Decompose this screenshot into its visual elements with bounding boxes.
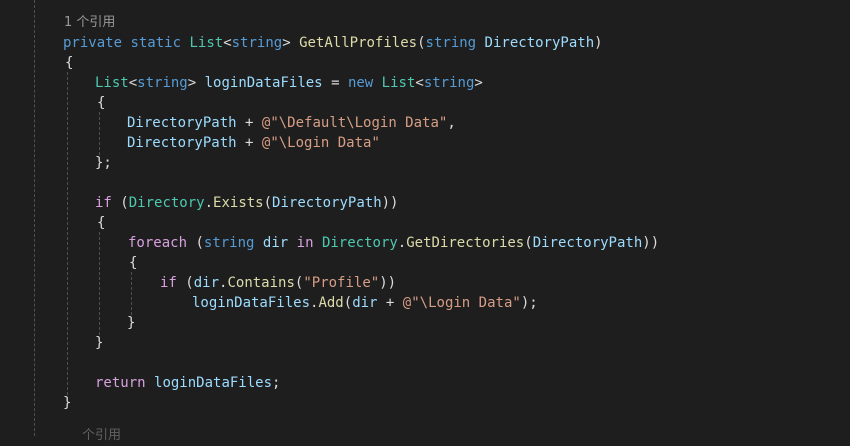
type-directory: Directory [321, 235, 398, 251]
code-line-return: return loginDataFiles; [95, 373, 280, 393]
method-call: GetDirectories [406, 235, 525, 251]
variable-name: dir [262, 235, 289, 251]
type-directory: Directory [128, 195, 205, 211]
punct: ( [417, 35, 426, 51]
keyword-string: string [231, 35, 283, 51]
punct: , [447, 115, 456, 131]
punct: = [331, 75, 340, 91]
code-line-brace: { [97, 213, 105, 233]
punct: )) [379, 275, 397, 291]
string-literal: @"\Login Data" [261, 135, 380, 151]
punct: ); [520, 295, 538, 311]
variable-name: dir [193, 275, 220, 291]
punct: ; [272, 375, 281, 391]
punct: < [128, 75, 138, 91]
type-list: List [95, 75, 129, 91]
code-line-brace: { [65, 53, 73, 73]
punct: > [187, 75, 197, 91]
string-literal: "Profile" [303, 275, 380, 291]
code-line-if: if (Directory.Exists(DirectoryPath)) [95, 193, 398, 213]
code-line-foreach: foreach (string dir in Directory.GetDire… [128, 233, 659, 253]
code-line-brace: }; [95, 153, 112, 173]
codelens-references-next[interactable]: 个引用 [82, 426, 121, 446]
code-line-brace: } [127, 313, 135, 333]
keyword-string: string [425, 35, 477, 51]
code-line-brace: } [63, 393, 71, 413]
code-line-initializer: DirectoryPath + @"\Login Data" [127, 133, 380, 153]
code-line-add: loginDataFiles.Add(dir + @"\Login Data")… [192, 293, 538, 313]
string-literal: @"\Login Data" [402, 295, 521, 311]
punct: ( [263, 195, 273, 211]
method-name: GetAllProfiles [299, 35, 418, 51]
brace: { [97, 95, 106, 111]
punct: ( [195, 235, 204, 251]
punct: + [245, 135, 254, 151]
keyword-new: new [347, 75, 374, 91]
keyword-string: string [137, 75, 188, 91]
indent-guide [67, 72, 68, 400]
punct: . [397, 235, 407, 251]
variable-name: loginDataFiles [192, 295, 311, 311]
punct: > [282, 35, 291, 51]
variable-name: loginDataFiles [204, 75, 323, 91]
keyword-if: if [160, 275, 177, 291]
keyword-foreach: foreach [128, 235, 188, 251]
indent-guide [99, 232, 100, 340]
punct: )) [642, 235, 660, 251]
code-line-declaration: List<string> loginDataFiles = new List<s… [95, 73, 483, 93]
punct: ( [120, 195, 129, 211]
code-editor[interactable]: 1 个引用 private static List<string> GetAll… [0, 0, 850, 443]
string-literal: @"\Default\Login Data" [261, 115, 448, 131]
method-call: Exists [213, 195, 264, 211]
variable-name: loginDataFiles [154, 375, 273, 391]
method-call: Add [318, 295, 344, 311]
punct: ( [343, 295, 353, 311]
punct: ( [185, 275, 194, 291]
indent-guide [34, 0, 35, 436]
method-call: Contains [227, 275, 295, 291]
brace: { [129, 255, 138, 271]
keyword-string: string [423, 75, 475, 91]
type-list: List [189, 35, 224, 51]
code-line-signature: private static List<string> GetAllProfil… [63, 33, 603, 53]
punct: > [474, 75, 483, 91]
parameter-name: DirectoryPath [127, 115, 237, 131]
brace: } [127, 315, 136, 331]
code-line-brace: } [95, 333, 103, 353]
code-line-initializer: DirectoryPath + @"\Default\Login Data", [127, 113, 456, 133]
brace: } [95, 335, 104, 351]
brace: { [65, 55, 74, 71]
punct: + [385, 295, 395, 311]
variable-name: dir [352, 295, 378, 311]
punct: )) [381, 195, 399, 211]
code-line-brace: { [129, 253, 137, 273]
punct: < [415, 75, 424, 91]
punct: < [223, 35, 232, 51]
keyword-if: if [95, 195, 112, 211]
code-line-if: if (dir.Contains("Profile")) [160, 273, 396, 293]
brace: { [97, 215, 106, 231]
punct: . [204, 195, 214, 211]
brace: } [63, 395, 72, 411]
keyword-private: private [63, 35, 123, 51]
punct: + [245, 115, 254, 131]
keyword-in: in [296, 235, 314, 251]
parameter-name: DirectoryPath [532, 235, 643, 251]
code-line-brace: { [97, 93, 105, 113]
punct: ) [594, 35, 603, 51]
keyword-return: return [95, 375, 146, 391]
parameter-name: DirectoryPath [484, 35, 595, 51]
punct: ( [524, 235, 533, 251]
brace: }; [95, 155, 112, 171]
type-list: List [381, 75, 416, 91]
keyword-string: string [203, 235, 255, 251]
parameter-name: DirectoryPath [272, 195, 382, 211]
codelens-references[interactable]: 1 个引用 [64, 13, 115, 33]
parameter-name: DirectoryPath [127, 135, 237, 151]
keyword-static: static [130, 35, 182, 51]
